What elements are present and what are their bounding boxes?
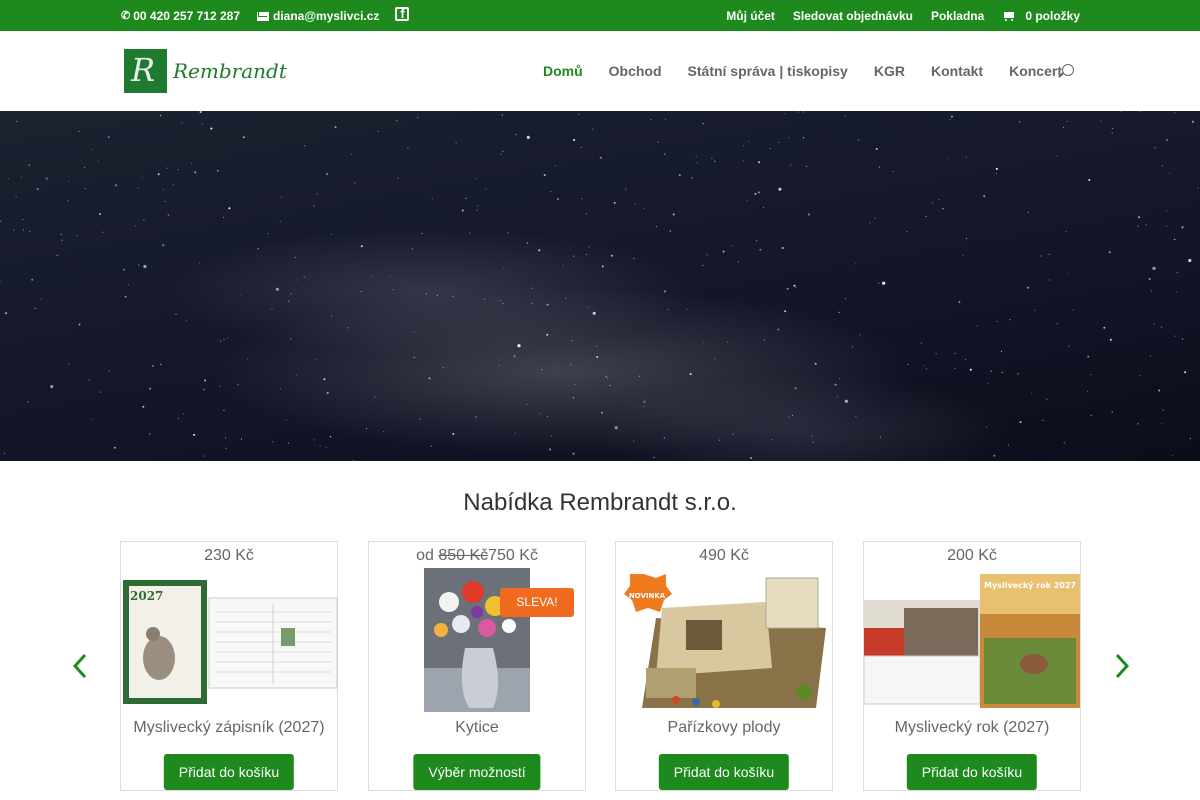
select-options-button[interactable]: Výběr možností <box>413 754 541 790</box>
nav-kgr[interactable]: KGR <box>874 63 905 79</box>
product-card[interactable]: 490 Kč NOVINKA Pařízkovy plody Přidat do… <box>615 541 833 791</box>
chevron-left-icon <box>72 653 87 679</box>
phone-contact[interactable]: ✆ 00 420 257 712 287 <box>121 9 240 23</box>
email-address: diana@myslivci.cz <box>273 9 380 23</box>
mail-icon <box>257 11 269 21</box>
product-image[interactable]: Myslivecký rok 2027 <box>863 568 1080 714</box>
product-price: 490 Kč <box>699 547 749 564</box>
product-name[interactable]: Pařízkovy plody <box>616 719 832 737</box>
my-account-link[interactable]: Můj účet <box>726 9 775 23</box>
add-to-cart-button[interactable]: Přidat do košíku <box>906 754 1038 790</box>
price-prefix: od <box>416 547 439 564</box>
section-title: Nabídka Rembrandt s.r.o. <box>463 489 737 516</box>
email-contact[interactable]: diana@myslivci.cz <box>257 9 379 23</box>
logo[interactable]: Rembrandt <box>124 49 287 93</box>
search-icon[interactable] <box>1062 64 1074 76</box>
logo-text: Rembrandt <box>173 59 287 83</box>
product-image[interactable]: 2027 <box>121 568 338 714</box>
logo-mark <box>124 49 167 93</box>
cart-icon <box>1002 11 1016 21</box>
phone-number: 00 420 257 712 287 <box>133 9 240 23</box>
nav-concert[interactable]: Koncert <box>1009 63 1062 79</box>
product-price: 230 Kč <box>204 547 254 564</box>
product-name[interactable]: Myslivecký zápisník (2027) <box>121 719 337 737</box>
facebook-icon[interactable] <box>395 6 410 21</box>
nav-home[interactable]: Domů <box>543 63 583 79</box>
product-name[interactable]: Myslivecký rok (2027) <box>864 719 1080 737</box>
top-bar: ✆00 420 257 712 287 diana@myslivci.cz Mů… <box>0 0 1200 31</box>
nav-contact[interactable]: Kontakt <box>931 63 983 79</box>
main-header: Rembrandt Domů Obchod Státní správa | ti… <box>0 31 1200 111</box>
product-price: od 850 Kč750 Kč <box>369 547 585 565</box>
phone-icon: ✆ <box>121 9 131 22</box>
svg-text:NOVINKA: NOVINKA <box>629 592 666 600</box>
sale-price: 750 Kč <box>488 547 538 564</box>
old-price: 850 Kč <box>438 547 489 564</box>
product-price: 200 Kč <box>947 547 997 564</box>
carousel-prev-button[interactable] <box>72 652 88 680</box>
nav-shop[interactable]: Obchod <box>609 63 662 79</box>
checkout-link[interactable]: Pokladna <box>931 9 984 23</box>
product-card[interactable]: 230 Kč 2027 Myslivecký zápisník (2027) P… <box>120 541 338 791</box>
carousel-next-button[interactable] <box>1114 652 1130 680</box>
track-order-link[interactable]: Sledovat objednávku <box>793 9 913 23</box>
nav-state-administration[interactable]: Státní správa | tiskopisy <box>688 63 848 79</box>
hero-banner <box>0 111 1200 461</box>
cart-count: 0 položky <box>1025 9 1080 23</box>
product-card[interactable]: od 850 Kč750 Kč SLEVA! Kytice Výběr možn… <box>368 541 586 791</box>
main-nav: Domů Obchod Státní správa | tiskopisy KG… <box>543 63 1062 79</box>
starfield-image <box>0 111 1199 461</box>
cart-link[interactable]: 0 položky <box>1002 9 1080 23</box>
add-to-cart-button[interactable]: Přidat do košíku <box>163 754 295 790</box>
svg-text:Myslivecký rok 2027: Myslivecký rok 2027 <box>984 581 1076 590</box>
chevron-right-icon <box>1115 653 1130 679</box>
product-name[interactable]: Kytice <box>369 719 585 737</box>
product-card[interactable]: 200 Kč Myslivecký rok 2027 Myslivecký ro… <box>863 541 1081 791</box>
sale-badge: SLEVA! <box>500 588 574 617</box>
add-to-cart-button[interactable]: Přidat do košíku <box>658 754 790 790</box>
svg-text:2027: 2027 <box>130 589 163 603</box>
product-image[interactable]: NOVINKA <box>616 568 832 714</box>
